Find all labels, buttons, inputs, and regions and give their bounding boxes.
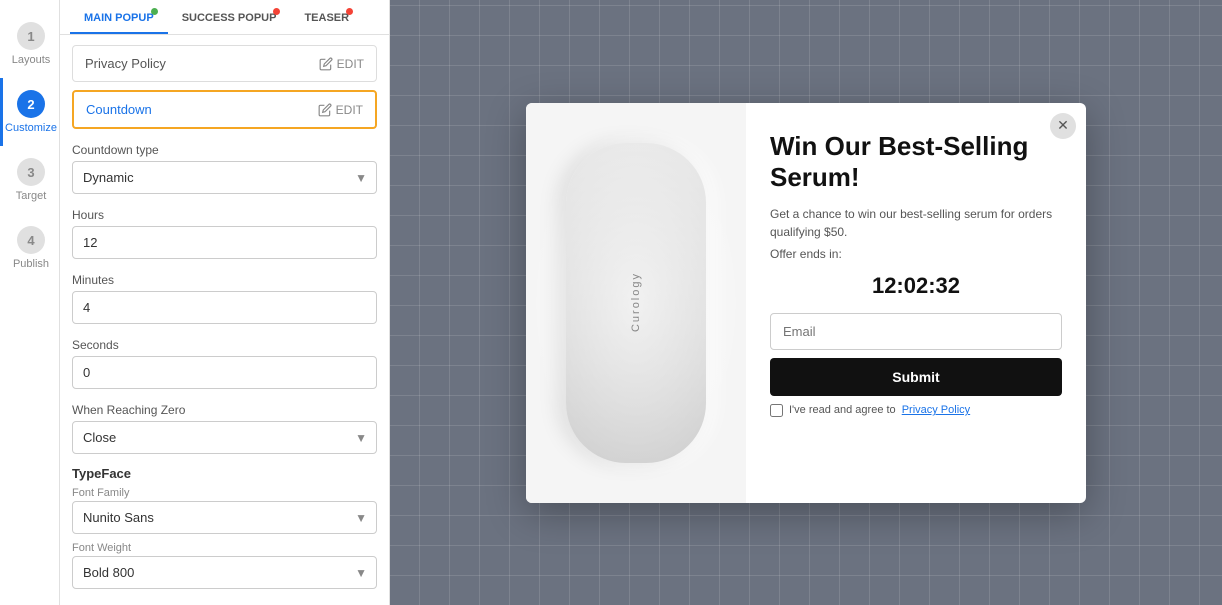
when-reaching-zero-field: When Reaching Zero Close Restart Hide ▼ [72,397,377,454]
countdown-type-select[interactable]: Dynamic Fixed Evergreen [72,161,377,194]
seconds-input[interactable] [72,356,377,389]
nav-label-publish: Publish [13,258,49,270]
seconds-label: Seconds [72,338,377,352]
font-weight-select-wrapper: Bold 800 Regular 400 Medium 500 ▼ [72,556,377,589]
font-weight-field: Font Weight Bold 800 Regular 400 Medium … [72,542,377,589]
nav-number-2: 2 [17,90,45,118]
edit-icon [319,57,333,71]
when-reaching-zero-select-wrapper: Close Restart Hide ▼ [72,421,377,454]
nav-number-3: 3 [17,158,45,186]
hours-field: Hours [72,202,377,259]
countdown-row[interactable]: Countdown EDIT [72,90,377,129]
settings-panel: MAIN POPUP SUCCESS POPUP TEASER Privacy … [60,0,390,605]
popup-privacy-row: I've read and agree to Privacy Policy [770,404,1062,417]
privacy-policy-label: Privacy Policy [85,56,166,71]
typeface-section: TypeFace Font Family Nunito Sans Arial H… [72,466,377,589]
sidebar-nav: 1 Layouts 2 Customize 3 Target 4 Publish [0,0,60,605]
popup-email-input[interactable] [770,313,1062,350]
font-family-select-wrapper: Nunito Sans Arial Helvetica ▼ [72,501,377,534]
tab-main-popup[interactable]: MAIN POPUP [70,0,168,34]
font-weight-select[interactable]: Bold 800 Regular 400 Medium 500 [72,556,377,589]
countdown-type-select-wrapper: Dynamic Fixed Evergreen ▼ [72,161,377,194]
edit-countdown-icon [318,103,332,117]
privacy-policy-link[interactable]: Privacy Policy [902,404,970,416]
hours-label: Hours [72,208,377,222]
when-reaching-zero-select[interactable]: Close Restart Hide [72,421,377,454]
sidebar-item-publish[interactable]: 4 Publish [0,214,59,282]
tab-teaser-dot [346,8,353,15]
countdown-edit-btn[interactable]: EDIT [318,103,363,117]
seconds-field: Seconds [72,332,377,389]
minutes-field: Minutes [72,267,377,324]
tab-success-popup-label: SUCCESS POPUP [182,12,277,24]
tab-teaser[interactable]: TEASER [290,0,363,34]
privacy-policy-edit-label: EDIT [337,57,364,71]
product-label: Curology [630,272,642,332]
tab-main-popup-label: MAIN POPUP [84,12,154,24]
product-image: Curology [566,143,706,463]
font-family-label: Font Family [72,487,377,499]
privacy-text: I've read and agree to [789,404,896,416]
popup-description: Get a chance to win our best-selling ser… [770,205,1062,241]
font-family-select[interactable]: Nunito Sans Arial Helvetica [72,501,377,534]
popup-submit-button[interactable]: Submit [770,358,1062,396]
privacy-policy-row[interactable]: Privacy Policy EDIT [72,45,377,82]
tab-success-popup-dot [273,8,280,15]
popup-close-button[interactable]: ✕ [1050,113,1076,139]
when-reaching-zero-label: When Reaching Zero [72,403,377,417]
tab-main-popup-dot [151,8,158,15]
nav-number-1: 1 [17,22,45,50]
countdown-edit-label: EDIT [336,103,363,117]
popup-right-panel: Win Our Best-Selling Serum! Get a chance… [746,103,1086,503]
sidebar-item-target[interactable]: 3 Target [0,146,59,214]
privacy-checkbox[interactable] [770,404,783,417]
popup-offer-ends: Offer ends in: [770,247,1062,261]
popup-left-panel: Curology [526,103,746,503]
sidebar-item-customize[interactable]: 2 Customize [0,78,59,146]
minutes-input[interactable] [72,291,377,324]
countdown-label: Countdown [86,102,152,117]
countdown-type-field: Countdown type Dynamic Fixed Evergreen ▼ [72,137,377,194]
font-weight-label: Font Weight [72,542,377,554]
submit-label: Submit [892,369,939,385]
popup-title: Win Our Best-Selling Serum! [770,131,1062,193]
hours-input[interactable] [72,226,377,259]
nav-label-customize: Customize [5,122,57,134]
minutes-label: Minutes [72,273,377,287]
nav-label-target: Target [16,190,47,202]
countdown-type-label: Countdown type [72,143,377,157]
font-family-field: Font Family Nunito Sans Arial Helvetica … [72,487,377,534]
typeface-title: TypeFace [72,466,377,481]
tab-teaser-label: TEASER [304,12,349,24]
nav-number-4: 4 [17,226,45,254]
nav-label-layouts: Layouts [12,54,51,66]
tab-success-popup[interactable]: SUCCESS POPUP [168,0,291,34]
popup-countdown: 12:02:32 [770,273,1062,299]
tabs-row: MAIN POPUP SUCCESS POPUP TEASER [60,0,389,35]
canvas-area: ✕ Curology Win Our Best-Selling Serum! G… [390,0,1222,605]
popup-container: ✕ Curology Win Our Best-Selling Serum! G… [526,103,1086,503]
close-icon: ✕ [1057,117,1069,134]
panel-content: Privacy Policy EDIT Countdown EDIT Count… [60,35,389,599]
sidebar-item-layouts[interactable]: 1 Layouts [0,10,59,78]
privacy-policy-edit-btn[interactable]: EDIT [319,57,364,71]
